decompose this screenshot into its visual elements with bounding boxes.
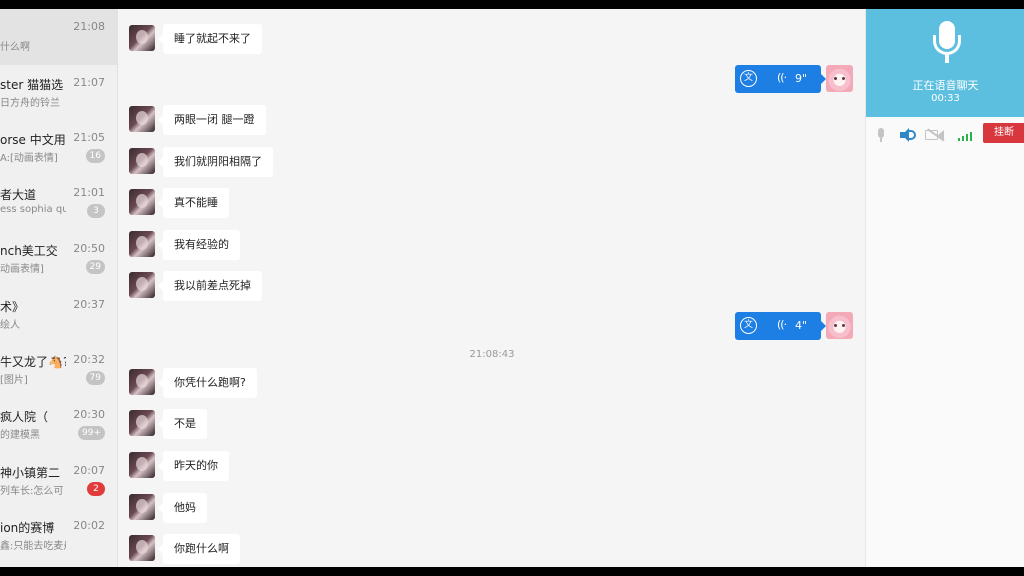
conversation-list[interactable]: 什么啊 21:08 ster 猫猫选 日方舟的铃兰 21:07 orse 中文用…: [0, 9, 118, 567]
conversation-preview: 鑫:只能去吃麦丹劳了: [0, 541, 66, 552]
conversation-time: 20:37: [73, 298, 105, 311]
contact-avatar[interactable]: [129, 106, 155, 132]
conversation-time: 21:01: [73, 186, 105, 199]
contact-avatar[interactable]: [129, 272, 155, 298]
message-bubble[interactable]: 我以前差点死掉: [158, 271, 262, 301]
unread-badge: 2: [87, 482, 105, 496]
conversation-preview: 动画表情]: [0, 264, 44, 275]
message-bubble[interactable]: 你凭什么跑啊?: [158, 368, 257, 398]
contact-avatar[interactable]: [129, 369, 155, 395]
conversation-item[interactable]: 者大道 ess sophia qu 21:01 3: [0, 175, 117, 231]
conversation-preview: 绘人: [0, 320, 20, 331]
mic-icon[interactable]: [874, 127, 888, 143]
voice-wave-icon: ((·: [777, 71, 787, 84]
call-header: 正在语音聊天 00:33: [866, 9, 1024, 117]
contact-avatar[interactable]: [129, 148, 155, 174]
conversation-name: ion的赛博: [0, 521, 55, 535]
message-timestamp: 21:08:43: [469, 349, 515, 360]
conversation-name: 术》: [0, 300, 25, 314]
conversation-name: 牛又龙了🐴?: [0, 355, 66, 369]
speaker-icon[interactable]: [899, 127, 917, 143]
conversation-item[interactable]: ster 猫猫选 日方舟的铃兰 21:07: [0, 65, 117, 121]
conversation-time: 20:02: [73, 519, 105, 532]
message-bubble[interactable]: 我有经验的: [158, 230, 240, 260]
microphone-icon: [932, 21, 962, 67]
conversation-name: 神小镇第二: [0, 466, 61, 480]
video-off-icon[interactable]: [925, 127, 945, 143]
conversation-item[interactable]: 术》 绘人 20:37: [0, 287, 117, 343]
conversation-time: 20:07: [73, 464, 105, 477]
conversation-item[interactable]: 神小镇第二 列车长:怎么可 20:07 2: [0, 453, 117, 509]
conversation-time: 21:07: [73, 76, 105, 89]
chat-area[interactable]: 睡了就起不来了 文 ((· 9" 两眼一闭 腿一蹬 我们就阴阳相隔了 真不能睡 …: [119, 9, 865, 567]
conversation-preview: [图片]: [0, 375, 28, 386]
conversation-time: 21:08: [73, 20, 105, 33]
conversation-name: ster 猫猫选: [0, 78, 64, 92]
hangup-button[interactable]: 挂断: [983, 123, 1024, 143]
conversation-time: 20:30: [73, 408, 105, 421]
translate-icon[interactable]: 文: [740, 317, 757, 334]
conversation-item[interactable]: 疯人院（ 的建模黑 20:30 99+: [0, 397, 117, 453]
outgoing-voice-message: 文 ((· 9": [733, 65, 853, 95]
conversation-preview: 列车长:怎么可: [0, 486, 64, 497]
translate-icon[interactable]: 文: [740, 70, 757, 87]
message-bubble[interactable]: 真不能睡: [158, 188, 229, 218]
conversation-name: 疯人院（: [0, 410, 49, 424]
contact-avatar[interactable]: [129, 189, 155, 215]
conversation-name: 者大道: [0, 188, 37, 202]
my-avatar[interactable]: [826, 312, 853, 339]
conversation-item[interactable]: ion的赛博 鑫:只能去吃麦丹劳了 20:02: [0, 508, 117, 564]
message-bubble[interactable]: 睡了就起不来了: [158, 24, 262, 54]
conversation-item[interactable]: 牛又龙了🐴? [图片] 20:32 79: [0, 342, 117, 398]
conversation-name: nch美工交: [0, 244, 58, 258]
app-window: 什么啊 21:08 ster 猫猫选 日方舟的铃兰 21:07 orse 中文用…: [0, 9, 1024, 567]
unread-badge: 99+: [78, 426, 105, 440]
conversation-item[interactable]: 什么啊 21:08: [0, 9, 117, 65]
message-bubble[interactable]: 我们就阴阳相隔了: [158, 147, 273, 177]
signal-icon: [958, 127, 974, 143]
conversation-preview: 日方舟的铃兰: [0, 98, 60, 109]
message-bubble[interactable]: 两眼一闭 腿一蹬: [158, 105, 266, 135]
contact-avatar[interactable]: [129, 494, 155, 520]
voice-wave-icon: ((·: [777, 318, 787, 331]
conversation-preview: 的建模黑: [0, 430, 40, 441]
conversation-preview: 什么啊: [0, 42, 30, 53]
message-bubble[interactable]: 他妈: [158, 493, 207, 523]
voice-bubble[interactable]: 文 ((· 9": [735, 65, 826, 93]
my-avatar[interactable]: [826, 65, 853, 92]
conversation-name: orse 中文用: [0, 133, 66, 147]
unread-badge: 16: [85, 149, 105, 163]
conversation-time: 21:05: [73, 131, 105, 144]
voice-call-panel: 正在语音聊天 00:33 挂断: [865, 9, 1024, 567]
message-bubble[interactable]: 你跑什么啊: [158, 534, 240, 564]
conversation-time: 20:50: [73, 242, 105, 255]
contact-avatar[interactable]: [129, 535, 155, 561]
contact-avatar[interactable]: [129, 231, 155, 257]
conversation-item[interactable]: orse 中文用 A:[动画表情] 21:05 16: [0, 120, 117, 176]
contact-avatar[interactable]: [129, 410, 155, 436]
voice-bubble[interactable]: 文 ((· 4": [735, 312, 826, 340]
unread-badge: 3: [87, 204, 105, 218]
contact-avatar[interactable]: [129, 452, 155, 478]
conversation-item[interactable]: nch美工交 动画表情] 20:50 29: [0, 231, 117, 287]
conversation-preview: A:[动画表情]: [0, 153, 58, 164]
outgoing-voice-message: 文 ((· 4": [733, 312, 853, 342]
voice-duration: 4": [795, 319, 808, 332]
call-timer: 00:33: [931, 93, 960, 104]
voice-duration: 9": [795, 72, 808, 85]
contact-avatar[interactable]: [129, 25, 155, 51]
conversation-time: 20:32: [73, 353, 105, 366]
unread-badge: 79: [85, 371, 105, 385]
call-status: 正在语音聊天: [912, 79, 979, 92]
conversation-preview: ess sophia qu: [0, 204, 66, 215]
unread-badge: 29: [85, 260, 105, 274]
message-bubble[interactable]: 昨天的你: [158, 451, 229, 481]
message-bubble[interactable]: 不是: [158, 409, 207, 439]
